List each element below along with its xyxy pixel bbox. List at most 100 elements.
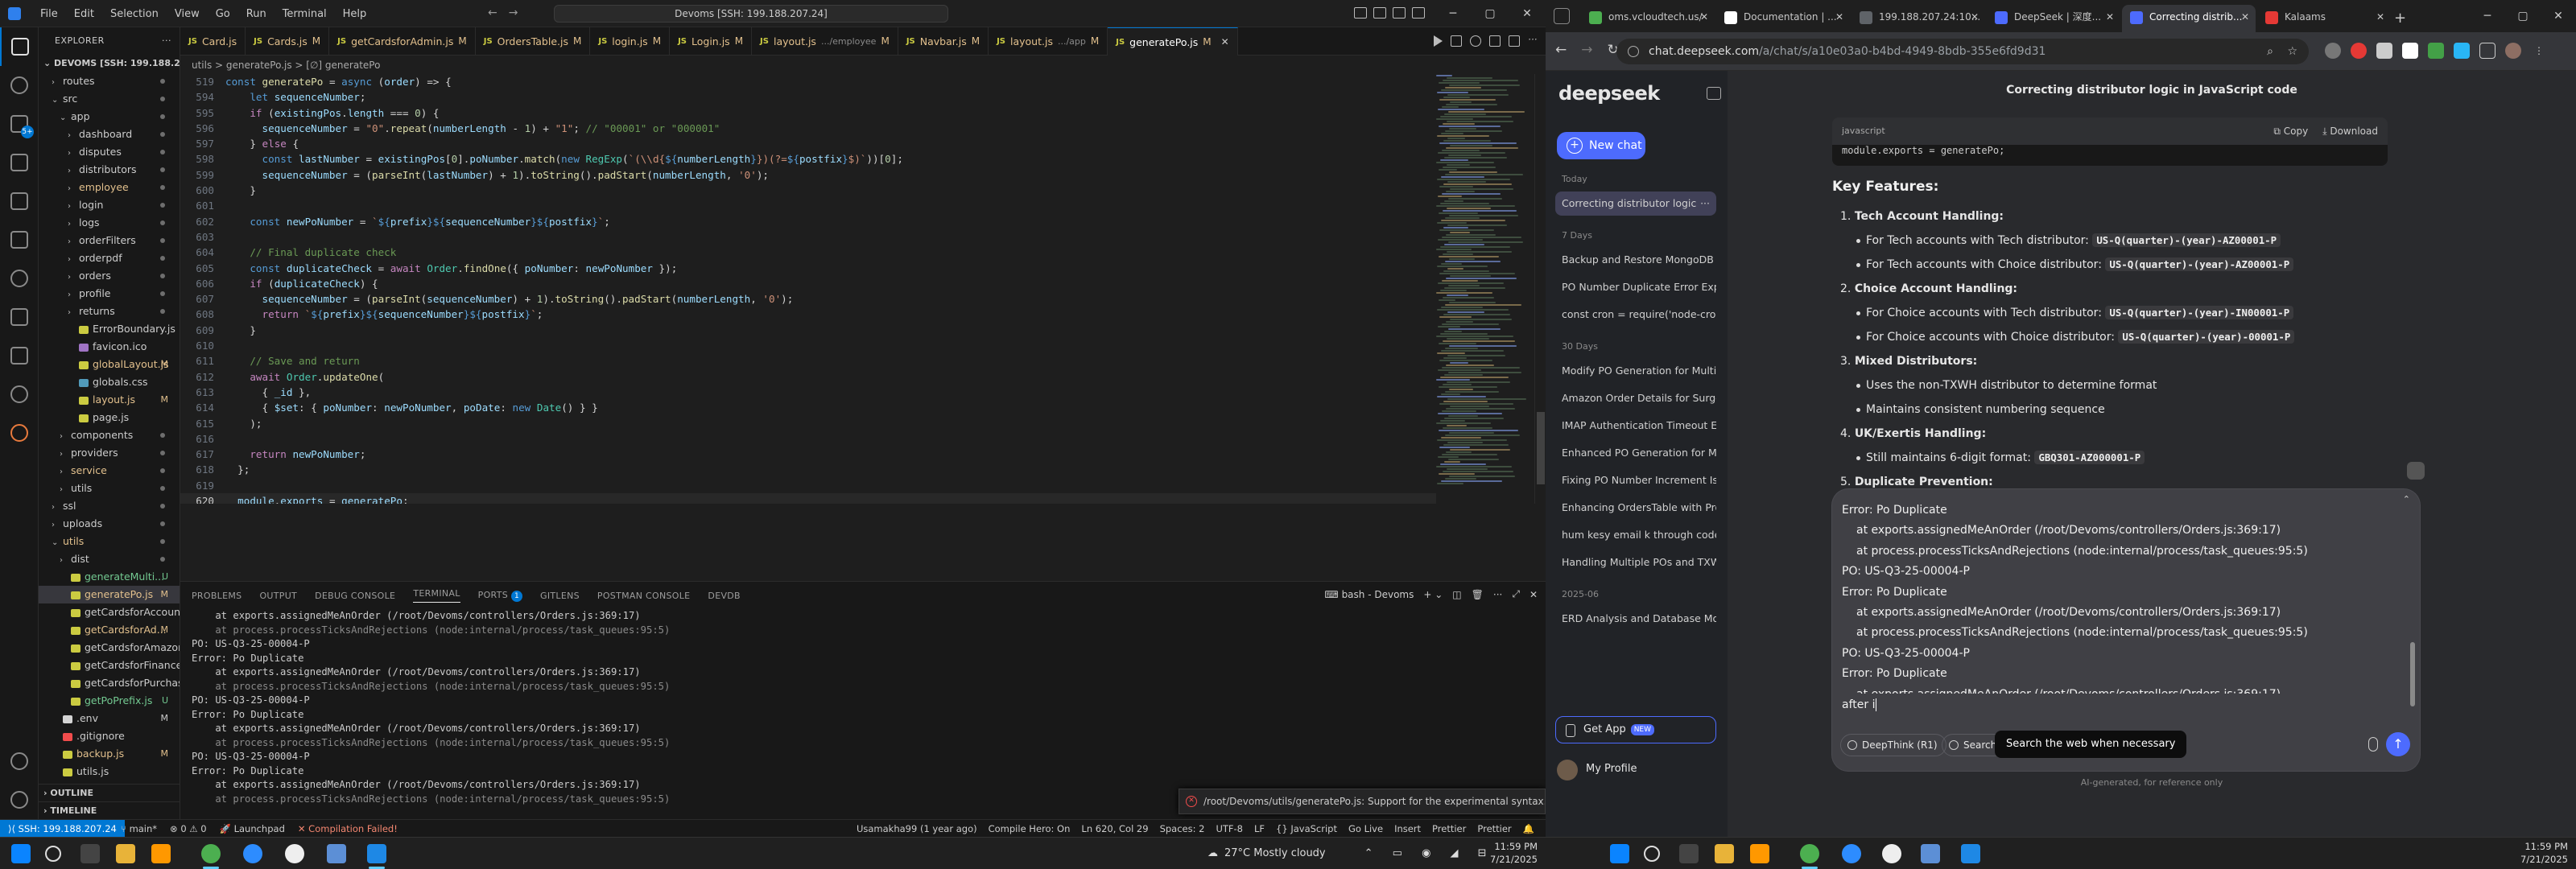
menu-selection[interactable]: Selection (102, 8, 167, 20)
blame-status[interactable]: Usamakha99 (1 year ago) (857, 820, 977, 838)
prettier-status-2[interactable]: Prettier (1477, 820, 1511, 838)
close-tab-icon[interactable]: ✕ (2106, 5, 2114, 29)
workspace-root[interactable]: ⌄ DEVOMS [SSH: 199.188.207.24] (39, 55, 180, 72)
remote-indicator[interactable]: ⟩⟨ SSH: 199.188.207.24 (0, 820, 125, 838)
chrome-tab-1[interactable]: oms.vcloudtech.us/✕ (1581, 5, 1715, 32)
editor-scrollbar[interactable] (1534, 74, 1546, 504)
gitlens-history-icon[interactable] (1470, 35, 1481, 47)
extension-icon-4[interactable] (2402, 43, 2418, 59)
zoom-taskbar-icon[interactable] (243, 844, 262, 863)
compile-hero-status[interactable]: Compile Hero: On (989, 820, 1071, 838)
history-item[interactable]: Amazon Order Details for Surge... (1555, 386, 1716, 410)
tree-item-providers[interactable]: › providers (39, 444, 180, 462)
close-tab-icon[interactable]: ✕ (1221, 28, 1229, 56)
code-line[interactable]: 614 { $set: { poNumber: newPoNumber, poD… (180, 400, 1436, 415)
code-line[interactable]: 609 } (180, 323, 1436, 338)
extensions-activity[interactable] (0, 182, 39, 220)
split-editor-icon[interactable] (1509, 35, 1520, 47)
clock-right[interactable]: 11:59 PM 7/21/2025 (2520, 840, 2568, 866)
menu-file[interactable]: File (32, 8, 66, 20)
tree-item-employee[interactable]: › employee (39, 179, 180, 196)
prettier-status[interactable]: Prettier (1432, 820, 1466, 838)
problems-status[interactable]: ⊗ 0 ⚠ 0 (170, 820, 207, 838)
chrome-tab-3[interactable]: 199.188.207.24:10... ✕ (1852, 5, 1985, 32)
extension-icon-2[interactable] (2351, 43, 2367, 59)
code-line[interactable]: 519 const generatePo = async (order) => { (180, 74, 1436, 89)
tree-item-distributors[interactable]: › distributors (39, 161, 180, 179)
tree-item-uploads[interactable]: › uploads (39, 515, 180, 533)
new-terminal-icon[interactable]: + ⌄ (1423, 589, 1443, 600)
code-line[interactable]: 605 const duplicateCheck = await Order.f… (180, 261, 1436, 276)
chrome-maximize-button[interactable]: ▢ (2505, 10, 2541, 23)
code-line[interactable]: 612 await Order.updateOne( (180, 369, 1436, 385)
postman-activity[interactable] (0, 414, 39, 452)
tree-item-service[interactable]: › service (39, 462, 180, 480)
menu-view[interactable]: View (167, 8, 208, 20)
tree-item-ssl[interactable]: › ssl (39, 497, 180, 515)
source-control-activity[interactable]: 5+ (0, 105, 39, 143)
vpn-taskbar-icon-right[interactable] (1921, 844, 1940, 863)
code-line[interactable]: 601 (180, 198, 1436, 213)
toggle-secondary-sidebar-icon[interactable] (1393, 7, 1406, 19)
chrome-tab-2[interactable]: Documentation | ... ✕ (1716, 5, 1850, 32)
open-changes-icon[interactable] (1489, 35, 1501, 47)
panel-tab-gitlens[interactable]: GITLENS (540, 591, 580, 601)
copy-code-button[interactable]: ⧉ Copy (2273, 117, 2308, 145)
input-scrollbar[interactable] (2410, 642, 2415, 706)
tree-item-orderpdf[interactable]: › orderpdf (39, 249, 180, 267)
panel-tab-devdb[interactable]: DEVDB (708, 591, 740, 601)
tree-item-disputes[interactable]: › disputes (39, 143, 180, 161)
tree-item-layout-js[interactable]: layout.js M (39, 391, 180, 409)
go-live-status[interactable]: Go Live (1348, 820, 1383, 838)
vscode-taskbar-icon[interactable] (367, 844, 386, 863)
close-panel-icon[interactable]: ✕ (1530, 589, 1538, 600)
compilation-status[interactable]: ✕ Compilation Failed! (298, 820, 398, 838)
history-item[interactable]: PO Number Duplicate Error Expl... (1555, 275, 1716, 299)
accounts-activity[interactable] (0, 742, 39, 780)
menu-terminal[interactable]: Terminal (275, 8, 335, 20)
tree-item-generatepo-js[interactable]: generatePo.js M (39, 586, 180, 603)
more-options-icon[interactable]: ··· (1700, 192, 1710, 216)
chrome-close-button[interactable]: ✕ (2541, 10, 2576, 23)
site-info-icon[interactable] (1628, 46, 1639, 57)
tab-login-js[interactable]: JS Login.js M (670, 27, 753, 56)
tree-item-getcardsforamazon-js[interactable]: getCardsforAmazon.js (39, 639, 180, 657)
chrome-minimize-button[interactable]: ─ (2470, 10, 2505, 23)
database-activity[interactable] (0, 336, 39, 375)
attach-file-icon[interactable] (2368, 737, 2378, 752)
extension-icon-6[interactable] (2454, 43, 2470, 59)
history-item[interactable]: Fixing PO Number Increment Iss... (1555, 468, 1716, 492)
tab-search-icon[interactable] (1554, 8, 1570, 24)
remote-explorer-activity[interactable] (0, 220, 39, 259)
chat-input-text[interactable]: Error: Po Duplicate at exports.assignedMe… (1842, 500, 2397, 694)
chrome-menu-icon[interactable]: ⋮ (2531, 43, 2547, 59)
close-tab-icon[interactable]: ✕ (1700, 5, 1708, 29)
scroll-to-bottom-button[interactable] (2407, 462, 2425, 480)
panel-tab-problems[interactable]: PROBLEMS (192, 591, 242, 601)
code-line[interactable]: 620 module.exports = generatePo; (180, 493, 1436, 504)
vscode-taskbar-icon-right[interactable] (1961, 844, 1980, 863)
code-line[interactable]: 598 const lastNumber = existingPos[0].po… (180, 151, 1436, 167)
extension-icon-3[interactable] (2376, 43, 2392, 59)
toggle-panel-icon[interactable] (1373, 7, 1386, 19)
code-line[interactable]: 603 (180, 229, 1436, 245)
tab-card-js[interactable]: JS Card.js (180, 27, 246, 56)
history-item[interactable]: hum kesy email k through code... (1555, 523, 1716, 547)
menu-run[interactable]: Run (238, 8, 275, 20)
testing-activity[interactable] (0, 298, 39, 336)
tree-item-backup-js[interactable]: backup.js M (39, 745, 180, 763)
minimize-button[interactable]: ─ (1435, 7, 1472, 20)
tree-item-src[interactable]: ⌄ src (39, 90, 180, 108)
minimap[interactable] (1436, 74, 1533, 504)
close-tab-icon[interactable]: ✕ (2376, 5, 2384, 29)
chrome-taskbar-icon[interactable] (201, 844, 221, 863)
history-item[interactable]: Enhanced PO Generation for Mu... (1555, 441, 1716, 465)
deepthink-toggle[interactable]: DeepThink (R1) (1840, 734, 1946, 756)
tree-item-app[interactable]: ⌄ app (39, 108, 180, 126)
split-terminal-icon[interactable]: ◫ (1452, 589, 1461, 600)
tab-layout-js[interactable]: JS layout.js .../app M (989, 27, 1108, 56)
panel-tab-output[interactable]: OUTPUT (259, 591, 297, 601)
code-line[interactable]: 594 let sequenceNumber; (180, 89, 1436, 105)
search-activity[interactable] (0, 66, 39, 105)
more-editor-actions-icon[interactable]: ··· (1528, 35, 1539, 47)
